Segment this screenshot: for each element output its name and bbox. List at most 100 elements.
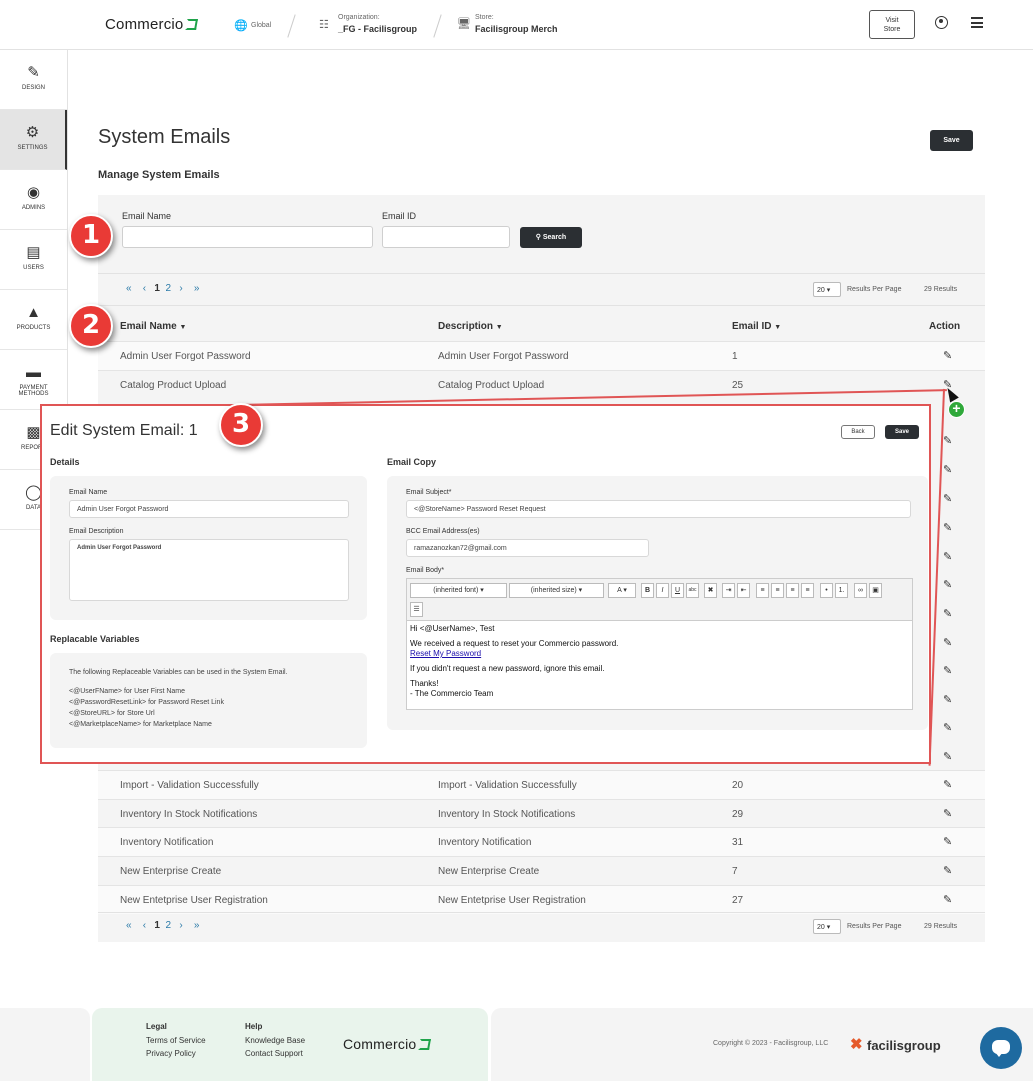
chat-button[interactable]: [980, 1027, 1022, 1069]
visit-store-button[interactable]: Visit Store: [869, 10, 915, 39]
footer-kb-link[interactable]: Knowledge Base: [245, 1036, 305, 1045]
cell-email-id: 1: [732, 351, 738, 362]
col-header-email-id[interactable]: Email ID ▼: [732, 321, 781, 332]
col-header-email-name[interactable]: Email Name ▼: [120, 321, 186, 332]
sidebar-item-products[interactable]: ▲ PRODUCTS: [0, 290, 67, 350]
pagination-bottom: « ‹ 1 2 › »: [126, 920, 199, 931]
col-header-description[interactable]: Description ▼: [438, 321, 503, 332]
bullet-list-icon[interactable]: •: [820, 583, 833, 598]
size-select[interactable]: (inherited size) ▾: [509, 583, 604, 598]
edit-pencil-icon[interactable]: ✎: [943, 521, 952, 534]
clear-format-icon[interactable]: ✖: [704, 583, 717, 598]
sidebar-item-admins[interactable]: ◉ ADMINS: [0, 170, 67, 230]
underline-button[interactable]: U: [671, 583, 684, 598]
edit-email-name-input[interactable]: Admin User Forgot Password: [69, 500, 349, 518]
email-name-label: Email Name: [122, 211, 172, 221]
font-select[interactable]: (inherited font) ▾: [410, 583, 507, 598]
last-page-icon[interactable]: »: [194, 920, 200, 931]
global-label[interactable]: Global: [251, 22, 271, 29]
edit-pencil-icon[interactable]: ✎: [943, 434, 952, 447]
edit-pencil-icon[interactable]: ✎: [943, 779, 955, 791]
edit-pencil-icon[interactable]: ✎: [943, 578, 952, 591]
align-center-icon[interactable]: ≡: [771, 583, 784, 598]
page-2-link[interactable]: 2: [166, 283, 172, 294]
hamburger-menu-icon[interactable]: [971, 17, 983, 28]
edit-pencil-icon[interactable]: ✎: [943, 865, 955, 877]
edit-save-button[interactable]: Save: [885, 425, 919, 439]
brand-logo[interactable]: Commercio: [105, 16, 199, 33]
page-2-link[interactable]: 2: [166, 920, 172, 931]
edit-pencil-icon[interactable]: ✎: [943, 836, 955, 848]
italic-button[interactable]: I: [656, 583, 669, 598]
table-row[interactable]: Import - Validation Successfully Import …: [98, 770, 985, 799]
last-page-icon[interactable]: »: [194, 283, 200, 294]
align-justify-icon[interactable]: ≡: [801, 583, 814, 598]
store-value[interactable]: Facilisgroup Merch: [475, 24, 558, 34]
first-page-icon[interactable]: «: [126, 920, 132, 931]
footer-privacy-link[interactable]: Privacy Policy: [146, 1049, 196, 1058]
var-item: <@MarketplaceName> for Marketplace Name: [69, 721, 212, 728]
edit-pencil-icon[interactable]: ✎: [943, 721, 952, 734]
edit-pencil-icon[interactable]: ✎: [943, 492, 952, 505]
edit-pencil-icon[interactable]: ✎: [943, 550, 952, 563]
edit-pencil-icon[interactable]: ✎: [943, 693, 952, 706]
table-row[interactable]: New Enterprise Create New Enterprise Cre…: [98, 856, 985, 885]
table-row[interactable]: Catalog Product Upload Catalog Product U…: [98, 370, 985, 399]
next-page-icon[interactable]: ›: [179, 920, 182, 931]
edit-pencil-icon[interactable]: ✎: [943, 463, 952, 476]
bold-button[interactable]: B: [641, 583, 654, 598]
table-row[interactable]: New Entetprise User Registration New Ent…: [98, 885, 985, 914]
sidebar-item-payment-methods[interactable]: ▬ PAYMENT METHODS: [0, 350, 67, 410]
sidebar-item-label: USERS: [23, 265, 44, 271]
edit-pencil-icon[interactable]: ✎: [943, 607, 952, 620]
reset-password-link[interactable]: Reset My Password: [410, 649, 481, 659]
search-button[interactable]: ⚲ Search: [520, 227, 582, 248]
edit-pencil-icon[interactable]: ✎: [943, 808, 955, 820]
footer-right: Copyright © 2023 - Facilisgroup, LLC ✖ f…: [491, 1008, 1033, 1081]
image-icon[interactable]: ▣: [869, 583, 882, 598]
numbered-list-icon[interactable]: 1.: [835, 583, 848, 598]
text-color-button[interactable]: A ▾: [608, 583, 636, 598]
page-1-link[interactable]: 1: [154, 283, 160, 294]
subject-input[interactable]: <@StoreName> Password Reset Request: [406, 500, 911, 518]
next-page-icon[interactable]: ›: [179, 283, 182, 294]
edit-email-desc-textarea[interactable]: Admin User Forgot Password: [69, 539, 349, 601]
source-code-icon[interactable]: ☰: [410, 602, 423, 617]
table-row[interactable]: Admin User Forgot Password Admin User Fo…: [98, 341, 985, 370]
sidebar-item-users[interactable]: ▤ USERS: [0, 230, 67, 290]
link-icon[interactable]: ∞: [854, 583, 867, 598]
bcc-input[interactable]: ramazanozkan72@gmail.com: [406, 539, 649, 557]
sidebar-item-settings[interactable]: ⚙ SETTINGS: [0, 110, 67, 170]
edit-pencil-icon[interactable]: ✎: [943, 350, 955, 362]
footer-terms-link[interactable]: Terms of Service: [146, 1036, 206, 1045]
table-row[interactable]: Inventory Notification Inventory Notific…: [98, 827, 985, 856]
email-id-search-input[interactable]: [382, 226, 510, 248]
per-page-select[interactable]: 20 ▾: [813, 282, 841, 297]
annotation-badge-1: 1: [69, 214, 113, 258]
align-left-icon[interactable]: ≡: [756, 583, 769, 598]
edit-pencil-icon[interactable]: ✎: [943, 750, 952, 763]
prev-page-icon[interactable]: ‹: [143, 920, 146, 931]
edit-pencil-icon[interactable]: ✎: [943, 636, 952, 649]
indent-icon[interactable]: ⇥: [722, 583, 735, 598]
vars-heading: Replacable Variables: [50, 634, 140, 644]
email-name-search-input[interactable]: [122, 226, 373, 248]
cell-email-name: New Entetprise User Registration: [120, 895, 268, 906]
prev-page-icon[interactable]: ‹: [143, 283, 146, 294]
edit-pencil-icon[interactable]: ✎: [943, 664, 952, 677]
first-page-icon[interactable]: «: [126, 283, 132, 294]
footer-support-link[interactable]: Contact Support: [245, 1049, 303, 1058]
table-row[interactable]: Inventory In Stock Notifications Invento…: [98, 799, 985, 828]
footer-help-heading: Help: [245, 1022, 263, 1031]
align-right-icon[interactable]: ≡: [786, 583, 799, 598]
sidebar-item-design[interactable]: ✎ DESIGN: [0, 50, 67, 110]
page-1-link[interactable]: 1: [154, 920, 160, 931]
back-button[interactable]: Back: [841, 425, 875, 439]
outdent-icon[interactable]: ⇤: [737, 583, 750, 598]
edit-pencil-icon[interactable]: ✎: [943, 894, 955, 906]
strikethrough-button[interactable]: abc: [686, 583, 699, 598]
save-button[interactable]: Save: [930, 130, 973, 151]
per-page-select[interactable]: 20 ▾: [813, 919, 841, 934]
account-icon[interactable]: [935, 16, 948, 29]
org-value[interactable]: _FG - Facilisgroup: [338, 24, 417, 34]
